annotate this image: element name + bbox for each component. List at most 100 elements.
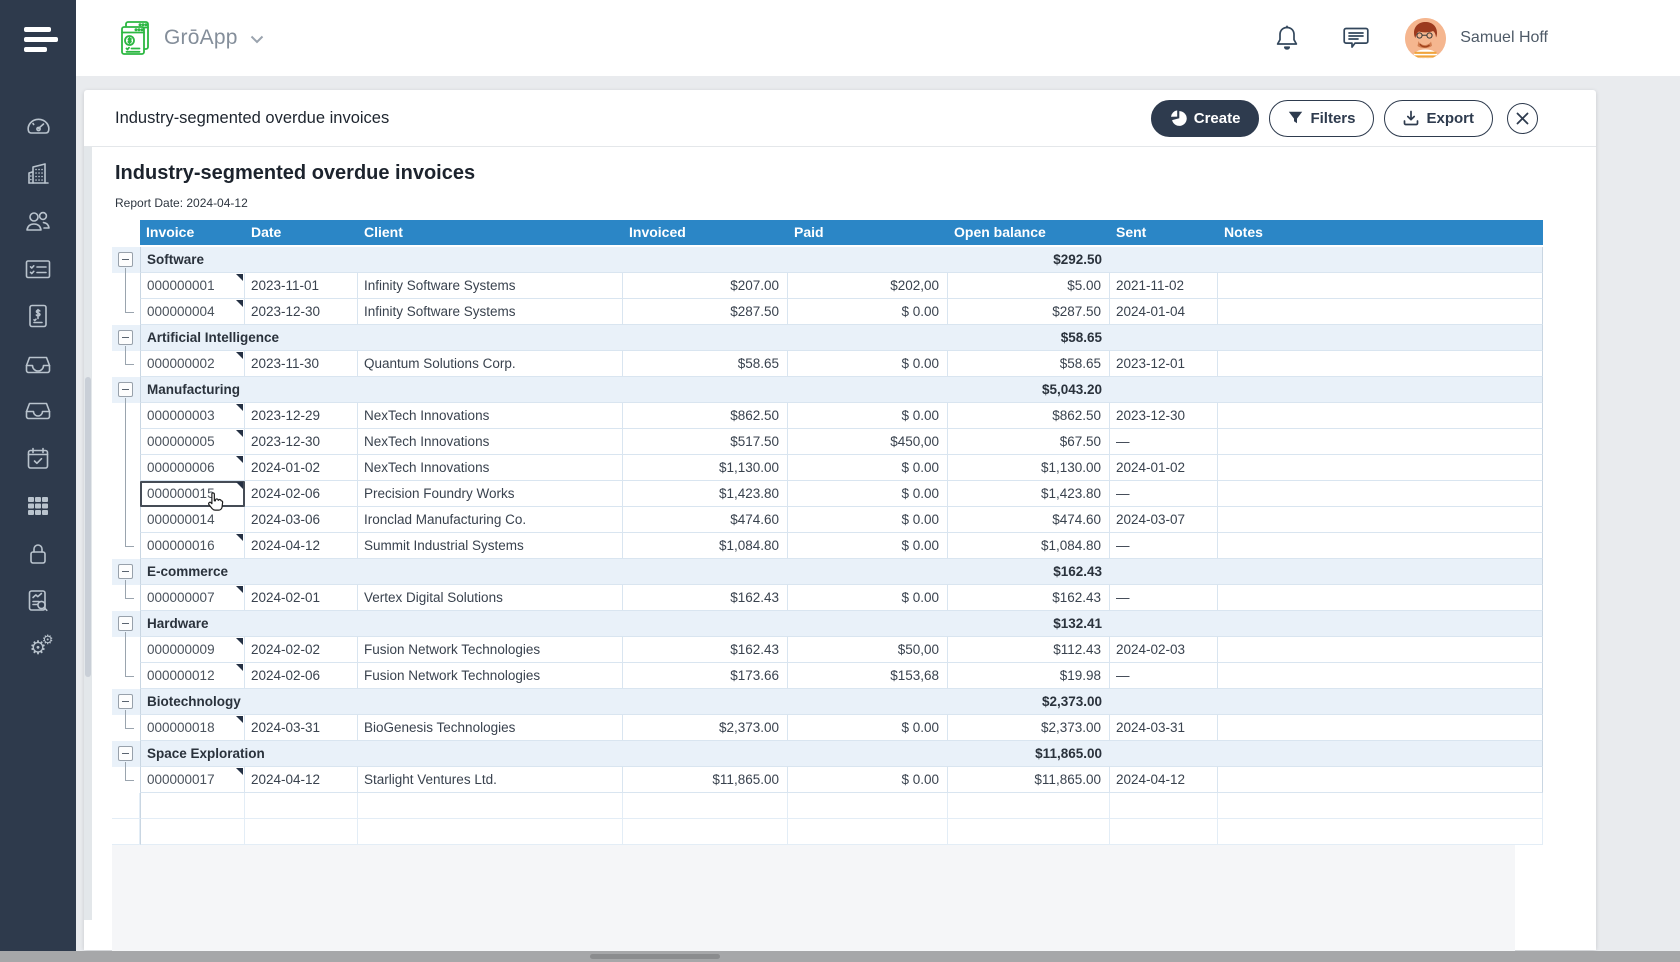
sent-cell[interactable]: 2024-03-31 — [1110, 715, 1218, 741]
invoice-cell[interactable]: 000000012 — [140, 663, 245, 689]
invoiced-cell[interactable]: $11,865.00 — [623, 767, 788, 793]
invoice-cell[interactable]: 000000003 — [140, 403, 245, 429]
sidebar-item-customers[interactable] — [18, 208, 58, 234]
date-cell[interactable]: 2024-01-02 — [245, 455, 358, 481]
open-balance-cell[interactable]: $11,865.00 — [948, 767, 1110, 793]
invoiced-cell[interactable]: $58.65 — [623, 351, 788, 377]
sent-cell[interactable]: 2021-11-02 — [1110, 273, 1218, 299]
open-balance-cell[interactable]: $67.50 — [948, 429, 1110, 455]
invoiced-cell[interactable]: $862.50 — [623, 403, 788, 429]
paid-cell[interactable]: $ 0.00 — [788, 533, 948, 559]
client-cell[interactable]: Ironclad Manufacturing Co. — [358, 507, 623, 533]
client-cell[interactable]: Vertex Digital Solutions — [358, 585, 623, 611]
invoiced-cell[interactable]: $1,423.80 — [623, 481, 788, 507]
open-balance-cell[interactable]: $862.50 — [948, 403, 1110, 429]
open-balance-cell[interactable]: $19.98 — [948, 663, 1110, 689]
sidebar-item-archive[interactable] — [18, 398, 58, 424]
invoiced-cell[interactable]: $173.66 — [623, 663, 788, 689]
invoiced-cell[interactable]: $207.00 — [623, 273, 788, 299]
notes-cell[interactable] — [1218, 403, 1543, 429]
collapse-group-button[interactable] — [118, 694, 133, 709]
sidebar-item-invoices[interactable] — [18, 303, 58, 329]
close-report-button[interactable] — [1507, 103, 1538, 134]
sent-cell[interactable]: — — [1110, 533, 1218, 559]
paid-cell[interactable]: $ 0.00 — [788, 299, 948, 325]
open-balance-cell[interactable]: $1,130.00 — [948, 455, 1110, 481]
notes-cell[interactable] — [1218, 273, 1543, 299]
sent-cell[interactable]: — — [1110, 663, 1218, 689]
client-cell[interactable]: Infinity Software Systems — [358, 299, 623, 325]
open-balance-cell[interactable]: $474.60 — [948, 507, 1110, 533]
date-cell[interactable]: 2023-11-01 — [245, 273, 358, 299]
sent-cell[interactable]: 2023-12-30 — [1110, 403, 1218, 429]
notes-cell[interactable] — [1218, 507, 1543, 533]
open-balance-cell[interactable]: $2,373.00 — [948, 715, 1110, 741]
invoice-cell[interactable]: 000000004 — [140, 299, 245, 325]
notes-cell[interactable] — [1218, 637, 1543, 663]
collapse-group-button[interactable] — [118, 330, 133, 345]
invoice-cell[interactable]: 000000002 — [140, 351, 245, 377]
invoice-cell[interactable]: 000000014 — [140, 507, 245, 533]
invoice-cell[interactable]: 000000015 — [140, 481, 245, 507]
client-cell[interactable]: Fusion Network Technologies — [358, 637, 623, 663]
paid-cell[interactable]: $ 0.00 — [788, 481, 948, 507]
date-cell[interactable]: 2024-02-06 — [245, 663, 358, 689]
invoice-cell[interactable]: 000000018 — [140, 715, 245, 741]
notes-cell[interactable] — [1218, 533, 1543, 559]
invoice-cell[interactable]: 000000007 — [140, 585, 245, 611]
paid-cell[interactable]: $ 0.00 — [788, 455, 948, 481]
export-button[interactable]: Export — [1384, 100, 1493, 137]
sidebar-item-settings[interactable]: ⚙⚙ — [18, 636, 58, 662]
notifications-button[interactable] — [1274, 24, 1300, 52]
collapse-group-button[interactable] — [118, 564, 133, 579]
messages-button[interactable] — [1342, 25, 1370, 51]
open-balance-cell[interactable]: $1,084.80 — [948, 533, 1110, 559]
date-cell[interactable]: 2023-12-30 — [245, 299, 358, 325]
sidebar-item-dashboard[interactable] — [18, 113, 58, 139]
open-balance-cell[interactable]: $287.50 — [948, 299, 1110, 325]
client-cell[interactable]: Summit Industrial Systems — [358, 533, 623, 559]
paid-cell[interactable]: $ 0.00 — [788, 351, 948, 377]
collapse-group-button[interactable] — [118, 382, 133, 397]
invoiced-cell[interactable]: $162.43 — [623, 637, 788, 663]
date-cell[interactable]: 2024-02-06 — [245, 481, 358, 507]
sent-cell[interactable]: — — [1110, 481, 1218, 507]
invoiced-cell[interactable]: $162.43 — [623, 585, 788, 611]
client-cell[interactable]: BioGenesis Technologies — [358, 715, 623, 741]
open-balance-cell[interactable]: $112.43 — [948, 637, 1110, 663]
notes-cell[interactable] — [1218, 715, 1543, 741]
date-cell[interactable]: 2023-12-30 — [245, 429, 358, 455]
paid-cell[interactable]: $ 0.00 — [788, 715, 948, 741]
paid-cell[interactable]: $ 0.00 — [788, 767, 948, 793]
invoice-cell[interactable]: 000000006 — [140, 455, 245, 481]
invoice-cell[interactable]: 000000005 — [140, 429, 245, 455]
open-balance-cell[interactable]: $58.65 — [948, 351, 1110, 377]
sidebar-item-calendar[interactable] — [18, 446, 58, 472]
create-button[interactable]: Create — [1151, 100, 1260, 137]
filters-button[interactable]: Filters — [1269, 100, 1374, 137]
date-cell[interactable]: 2024-04-12 — [245, 767, 358, 793]
sent-cell[interactable]: 2024-01-04 — [1110, 299, 1218, 325]
date-cell[interactable]: 2023-11-30 — [245, 351, 358, 377]
sent-cell[interactable]: 2024-01-02 — [1110, 455, 1218, 481]
open-balance-cell[interactable]: $162.43 — [948, 585, 1110, 611]
user-avatar[interactable] — [1405, 18, 1446, 59]
client-cell[interactable]: Starlight Ventures Ltd. — [358, 767, 623, 793]
sent-cell[interactable]: 2024-04-12 — [1110, 767, 1218, 793]
invoice-cell[interactable]: 000000001 — [140, 273, 245, 299]
sent-cell[interactable]: 2024-03-07 — [1110, 507, 1218, 533]
invoiced-cell[interactable]: $1,130.00 — [623, 455, 788, 481]
invoiced-cell[interactable]: $517.50 — [623, 429, 788, 455]
invoice-cell[interactable]: 000000009 — [140, 637, 245, 663]
paid-cell[interactable]: $153,68 — [788, 663, 948, 689]
app-switcher[interactable]: GrōApp — [76, 19, 264, 57]
invoiced-cell[interactable]: $1,084.80 — [623, 533, 788, 559]
page-scrollbar-thumb[interactable] — [590, 954, 720, 959]
sidebar-item-security[interactable] — [18, 541, 58, 567]
collapse-group-button[interactable] — [118, 252, 133, 267]
vertical-scrollbar-thumb[interactable] — [85, 377, 91, 677]
client-cell[interactable]: NexTech Innovations — [358, 403, 623, 429]
paid-cell[interactable]: $202,00 — [788, 273, 948, 299]
notes-cell[interactable] — [1218, 429, 1543, 455]
client-cell[interactable]: Precision Foundry Works — [358, 481, 623, 507]
